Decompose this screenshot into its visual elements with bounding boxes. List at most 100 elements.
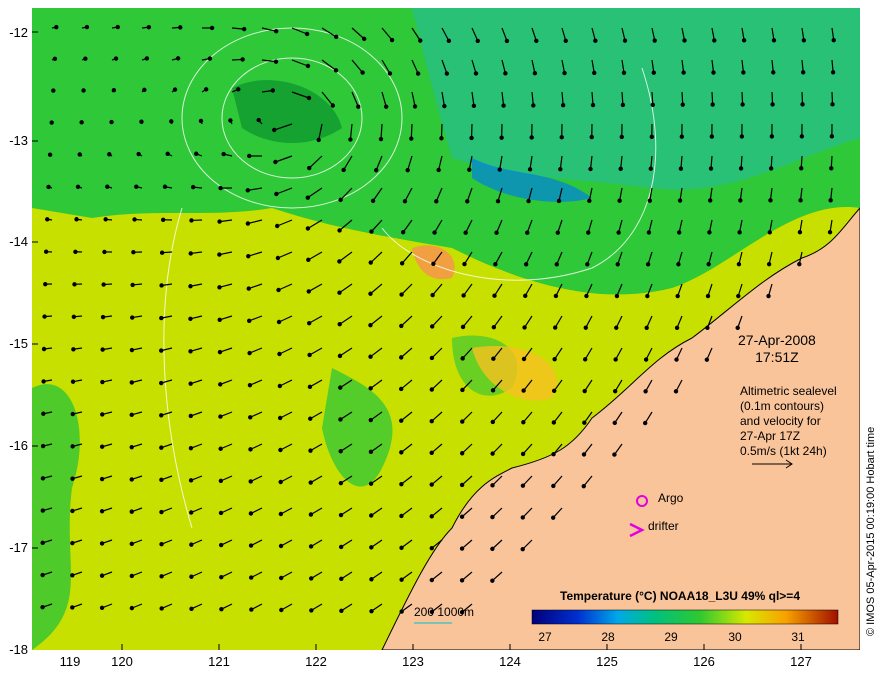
velocity-arrow-head xyxy=(278,575,284,581)
velocity-arrow-head xyxy=(490,578,495,583)
velocity-arrow-head xyxy=(831,38,836,43)
velocity-arrow-head xyxy=(247,153,252,159)
velocity-arrow-head xyxy=(339,576,344,582)
velocity-arrow-head xyxy=(490,419,495,425)
velocity-arrow-head xyxy=(651,70,656,75)
velocity-arrow-head xyxy=(129,477,134,482)
velocity-arrow-head xyxy=(612,420,617,426)
velocity-arrow-head xyxy=(521,420,526,425)
velocity-arrow-head xyxy=(612,452,617,457)
velocity-arrow-head xyxy=(129,347,135,353)
velocity-arrow-head xyxy=(497,167,502,172)
velocity-arrow-head xyxy=(430,292,435,298)
velocity-arrow-head xyxy=(159,509,164,515)
velocity-arrow-head xyxy=(459,451,465,456)
velocity-arrow-head xyxy=(83,56,88,61)
velocity-arrow-head xyxy=(674,325,680,331)
velocity-arrow-head xyxy=(307,320,312,326)
velocity-arrow-head xyxy=(409,136,414,141)
velocity-arrow-head xyxy=(146,24,152,30)
velocity-arrow-head xyxy=(49,120,54,125)
velocity-arrow-head xyxy=(129,541,134,547)
velocity-arrow-head xyxy=(368,322,373,328)
velocity-arrow-head xyxy=(525,230,530,235)
velocity-arrow-head xyxy=(492,293,497,298)
velocity-arrow-head xyxy=(615,262,620,267)
velocity-arrow-head xyxy=(334,34,339,40)
velocity-arrow-head xyxy=(581,452,587,457)
velocity-arrow-head xyxy=(109,119,114,125)
velocity-arrow-head xyxy=(368,417,373,423)
velocity-arrow-head xyxy=(40,540,45,546)
velocity-arrow-head xyxy=(274,223,280,229)
velocity-arrow-head xyxy=(399,577,404,582)
velocity-arrow-head xyxy=(800,102,805,107)
velocity-arrow-head xyxy=(554,262,559,267)
velocity-arrow-head xyxy=(532,70,538,76)
velocity-arrow-head xyxy=(129,605,135,611)
velocity-arrow-head xyxy=(642,420,648,426)
velocity-arrow-head xyxy=(741,38,747,43)
velocity-arrow-head xyxy=(490,514,495,520)
colorbar-tick: 31 xyxy=(791,630,805,644)
velocity-arrow-head xyxy=(707,198,713,203)
velocity-arrow-head xyxy=(75,184,81,190)
velocity-arrow-head xyxy=(767,230,772,235)
velocity-arrow-head xyxy=(551,451,556,457)
velocity-arrow-head xyxy=(84,24,90,30)
velocity-arrow-head xyxy=(305,63,311,69)
velocity-arrow-head xyxy=(704,357,710,362)
velocity-arrow-head xyxy=(618,166,623,172)
velocity-arrow-head xyxy=(522,325,527,330)
velocity-arrow-head xyxy=(248,479,253,484)
velocity-arrow-head xyxy=(360,70,365,75)
velocity-arrow-head xyxy=(369,513,374,518)
lat-label: -18 xyxy=(9,642,28,657)
velocity-arrow-head xyxy=(616,230,621,235)
velocity-arrow-head xyxy=(801,38,807,43)
velocity-arrow-head xyxy=(72,282,77,287)
velocity-arrow-head xyxy=(459,514,465,519)
altimetry-line: and velocity for xyxy=(740,414,821,428)
velocity-arrow-head xyxy=(207,56,213,61)
velocity-arrow-head xyxy=(338,417,343,422)
velocity-arrow-head xyxy=(645,293,650,299)
lat-label: -17 xyxy=(9,540,28,555)
velocity-arrow-head xyxy=(277,351,282,357)
velocity-arrow-head xyxy=(70,411,75,417)
altimetry-line: 27-Apr 17Z xyxy=(740,429,801,443)
velocity-arrow-head xyxy=(144,56,150,61)
velocity-arrow-head xyxy=(248,511,254,516)
velocity-arrow-head xyxy=(405,167,410,173)
velocity-arrow-head xyxy=(217,252,222,257)
velocity-arrow-head xyxy=(338,197,343,203)
velocity-arrow-head xyxy=(190,184,196,190)
velocity-arrow-head xyxy=(491,324,497,330)
velocity-arrow-head xyxy=(446,38,452,44)
velocity-arrow-head xyxy=(523,293,528,299)
velocity-arrow-head xyxy=(47,152,53,157)
velocity-arrow-head xyxy=(429,514,434,519)
velocity-arrow-head xyxy=(738,166,744,171)
velocity-arrow-head xyxy=(337,353,343,359)
velocity-arrow-head xyxy=(402,199,408,204)
velocity-arrow-head xyxy=(198,118,204,124)
velocity-arrow-head xyxy=(582,420,587,425)
velocity-arrow-head xyxy=(439,136,444,141)
velocity-arrow-head xyxy=(737,230,742,235)
velocity-arrow-head xyxy=(429,418,434,424)
velocity-arrow-head xyxy=(46,184,51,190)
velocity-arrow-head xyxy=(552,356,557,362)
lon-label: 120 xyxy=(111,654,133,669)
velocity-arrow-head xyxy=(188,316,193,322)
velocity-arrow-head xyxy=(592,70,597,76)
velocity-arrow-head xyxy=(273,159,278,165)
velocity-arrow-head xyxy=(99,605,105,610)
velocity-arrow-head xyxy=(130,282,135,288)
velocity-arrow-head xyxy=(429,387,434,392)
velocity-arrow-head xyxy=(40,508,45,513)
altimetry-line: Altimetric sealevel xyxy=(740,384,837,398)
velocity-arrow-head xyxy=(494,230,499,235)
velocity-arrow-head xyxy=(159,315,164,321)
lat-label: -14 xyxy=(9,234,28,249)
